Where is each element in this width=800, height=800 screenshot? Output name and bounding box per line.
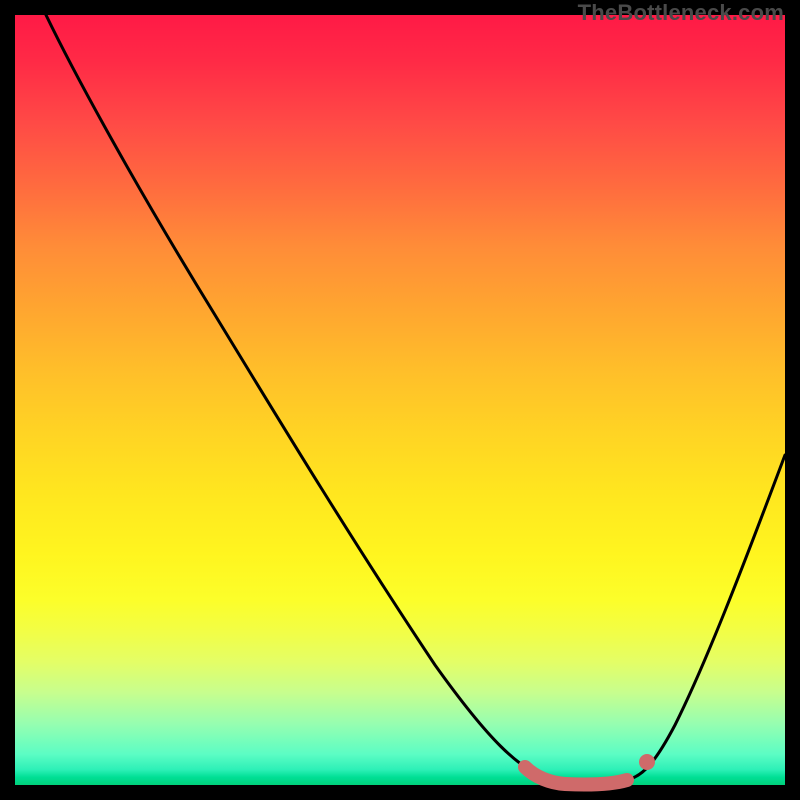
- optimal-range-highlight: [525, 767, 627, 785]
- chart-frame: TheBottleneck.com: [0, 0, 800, 800]
- optimal-range-end-dot: [639, 754, 655, 770]
- curve-layer: [15, 15, 785, 785]
- watermark-text: TheBottleneck.com: [578, 0, 784, 26]
- plot-area: [15, 15, 785, 785]
- bottleneck-curve: [46, 15, 785, 784]
